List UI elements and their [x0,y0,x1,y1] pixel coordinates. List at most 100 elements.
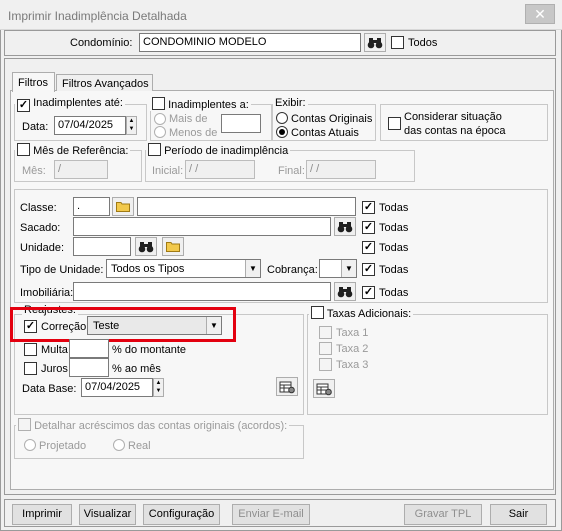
contas-originais-label: Contas Originais [291,113,373,125]
configuracao-button[interactable]: Configuração [143,504,220,525]
inadimplentes-a-header: Inadimplentes a: [150,97,251,111]
inadimplentes-ate-header: ✓ Inadimplentes até: [15,97,125,112]
mais-de-label: Mais de [169,113,208,125]
sacado-input[interactable] [73,217,331,236]
reajustes-settings-button[interactable] [276,377,298,396]
unidade-todas-label: Todas [379,242,409,254]
inicial-input[interactable]: / / [185,160,255,179]
imobiliaria-label: Imobiliária: [20,287,74,299]
title-bar: Imprimir Inadimplência Detalhada ✕ [0,0,562,30]
inadimplentes-a-checkbox[interactable] [152,97,165,110]
data-base-input[interactable]: 07/04/2025 [81,378,153,397]
juros-suffix: % ao mês [112,363,161,375]
classe-name-input[interactable] [137,197,356,216]
close-button[interactable]: ✕ [525,4,555,24]
unidade-search-button[interactable] [135,237,157,256]
imobiliaria-todas-checkbox[interactable]: ✓ [362,286,375,299]
inadimplentes-ate-checkbox[interactable]: ✓ [17,99,30,112]
sacado-label: Sacado: [20,222,61,234]
classe-todas-checkbox[interactable]: ✓ [362,201,375,214]
highlight-box [10,307,236,342]
condominio-search-button[interactable] [364,33,386,52]
binoculars-icon [138,241,154,252]
tab-filtros[interactable]: Filtros [12,72,55,92]
multa-label: Multa [41,344,68,356]
juros-checkbox[interactable] [24,362,37,375]
sacado-search-button[interactable] [334,217,356,236]
visualizar-button[interactable]: Visualizar [79,504,136,525]
detalhar-label: Detalhar acréscimos das contas originais… [34,420,288,432]
classe-folder-button[interactable] [112,197,134,216]
taxas-checkbox[interactable] [311,306,324,319]
contas-atuais-radio[interactable] [276,126,288,138]
imobiliaria-search-button[interactable] [334,282,356,301]
date-spinner[interactable]: ▲ ▼ [126,116,137,135]
chevron-down-icon: ▼ [245,260,260,277]
real-label: Real [128,440,151,452]
tipo-todas-checkbox[interactable]: ✓ [362,263,375,276]
unidade-input[interactable] [73,237,131,256]
taxa-1-checkbox[interactable] [319,326,332,339]
imprimir-button[interactable]: Imprimir [12,504,72,525]
menos-de-label: Menos de [169,127,218,139]
menos-de-radio[interactable] [154,126,166,138]
juros-input[interactable] [69,358,109,377]
periodo-label: Período de inadimplência [164,145,289,157]
enviar-email-button[interactable]: Enviar E-mail [232,504,310,525]
binoculars-icon [337,221,353,232]
detalhar-checkbox[interactable] [18,418,31,431]
table-settings-icon [279,381,295,393]
multa-input[interactable] [69,339,109,358]
sacado-todas-checkbox[interactable]: ✓ [362,221,375,234]
taxas-header: Taxas Adicionais: [309,306,414,320]
taxa-3-checkbox[interactable] [319,358,332,371]
imobiliaria-todas-label: Todas [379,287,409,299]
mes-input[interactable]: / [54,160,108,179]
tab-filtros-avancados-label: Filtros Avançados [62,78,149,90]
inadimplentes-a-label: Inadimplentes a: [168,99,249,111]
final-input[interactable]: / / [306,160,376,179]
data-label: Data: [22,121,49,133]
mes-referencia-label: Mês de Referência: [33,145,129,157]
tipo-unidade-label: Tipo de Unidade: [20,264,104,276]
juros-label: Juros [41,363,68,375]
classe-code-input[interactable]: . [73,197,110,216]
periodo-header: Período de inadimplência [146,143,291,157]
tipo-unidade-select[interactable]: Todos os Tipos ▼ [106,259,261,278]
mais-de-radio[interactable] [154,113,166,125]
real-radio[interactable] [113,439,125,451]
considerar-line1: Considerar situação [404,111,502,123]
imobiliaria-input[interactable] [73,282,331,301]
mes-label: Mês: [22,165,46,177]
taxas-settings-button[interactable] [313,379,335,398]
contas-atuais-label: Contas Atuais [291,127,359,139]
dias-input[interactable] [221,114,261,133]
condominio-todos-checkbox[interactable] [391,36,404,49]
condominio-input[interactable]: CONDOMINIO MODELO [139,33,361,52]
multa-checkbox[interactable] [24,343,37,356]
sair-button[interactable]: Sair [490,504,547,525]
classe-label: Classe: [20,202,57,214]
taxa-1-label: Taxa 1 [336,327,369,339]
unidade-folder-button[interactable] [162,237,184,256]
projetado-radio[interactable] [24,439,36,451]
tab-filtros-avancados[interactable]: Filtros Avançados [56,74,153,91]
taxa-2-checkbox[interactable] [319,342,332,355]
mes-referencia-checkbox[interactable] [17,143,30,156]
cobranca-select[interactable]: ▼ [319,259,357,278]
periodo-checkbox[interactable] [148,143,161,156]
condominio-todos-label: Todos [408,37,438,49]
considerar-checkbox[interactable] [388,117,401,130]
data-base-spinner[interactable]: ▲ ▼ [153,378,164,397]
contas-originais-radio[interactable] [276,112,288,124]
table-settings-icon [316,383,332,395]
projetado-label: Projetado [39,440,87,452]
multa-suffix: % do montante [112,344,186,356]
unidade-todas-checkbox[interactable]: ✓ [362,241,375,254]
taxas-label: Taxas Adicionais: [326,308,412,320]
inadimplentes-ate-date-input[interactable]: 07/04/2025 [54,116,126,135]
tipo-unidade-value: Todos os Tipos [111,263,185,275]
gravar-tpl-button[interactable]: Gravar TPL [404,504,482,525]
sacado-todas-label: Todas [379,222,409,234]
taxa-2-label: Taxa 2 [336,343,369,355]
